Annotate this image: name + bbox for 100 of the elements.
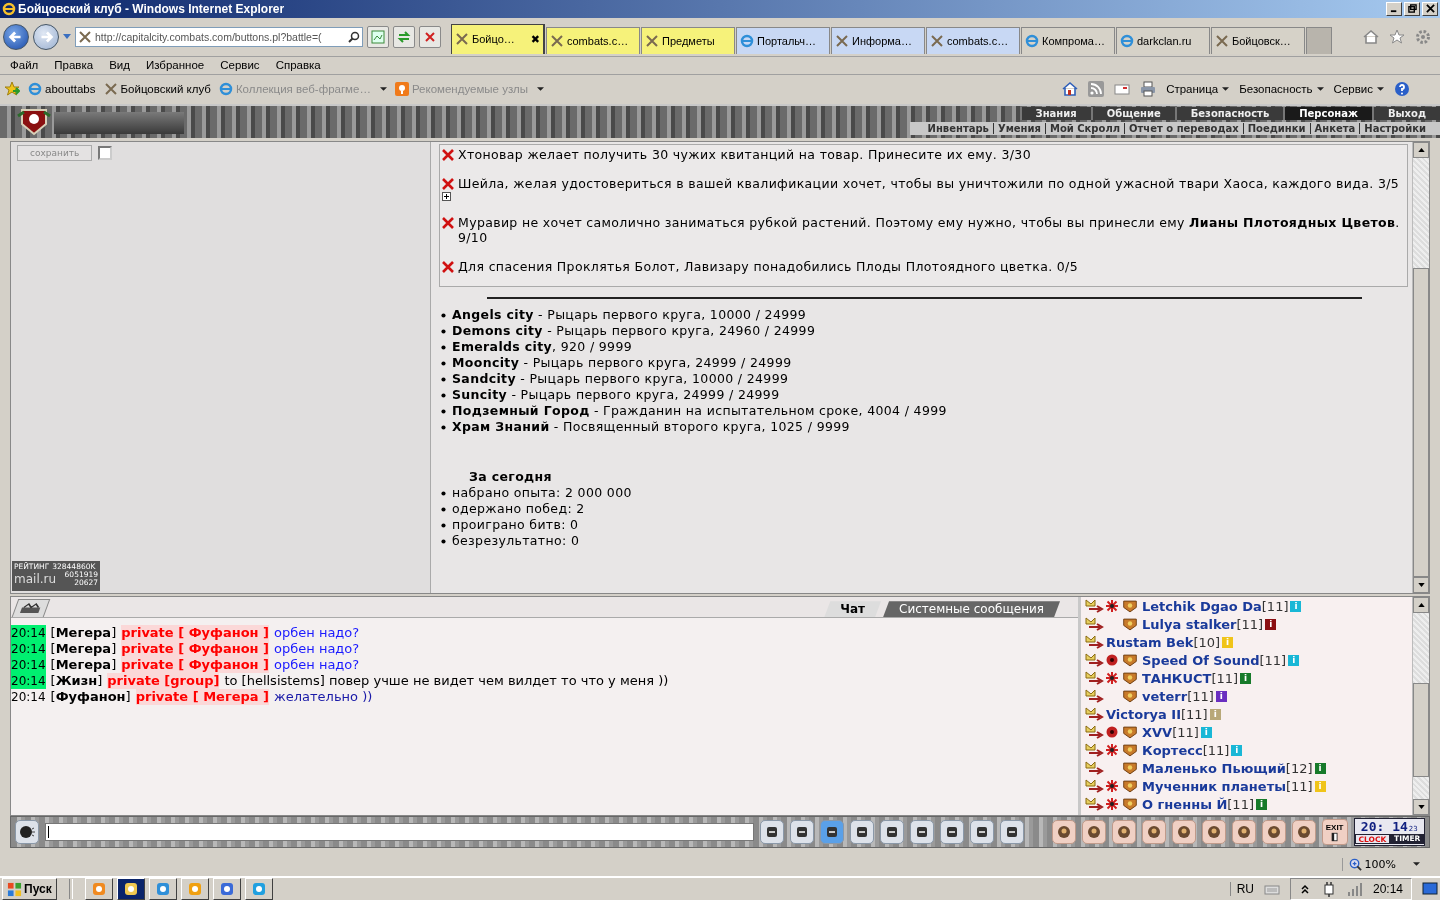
sender-name[interactable]: [Жизн] bbox=[50, 673, 103, 690]
search-icon[interactable] bbox=[348, 30, 360, 43]
menu-item[interactable]: Избранное bbox=[137, 59, 213, 72]
nav-link[interactable]: Отчет о переводах bbox=[1124, 122, 1243, 134]
help-icon[interactable] bbox=[1394, 81, 1410, 98]
browser-tab[interactable]: Бойцо… ✖ bbox=[451, 23, 545, 54]
stop-button[interactable] bbox=[419, 25, 441, 48]
clan-emblem-icon[interactable] bbox=[1121, 779, 1139, 793]
browser-tab[interactable]: darkclan.ru bbox=[1116, 26, 1210, 54]
nav-link[interactable]: Инвентарь bbox=[923, 122, 993, 134]
user-name[interactable]: Letchik Dgao Da bbox=[1142, 598, 1262, 614]
star-icon[interactable] bbox=[1388, 27, 1406, 46]
speaker-button[interactable] bbox=[15, 820, 39, 845]
info-button[interactable]: i bbox=[1215, 690, 1227, 702]
clan-emblem-icon[interactable] bbox=[1121, 617, 1139, 631]
command-menu[interactable]: Безопасность bbox=[1239, 83, 1324, 96]
scrollbar[interactable] bbox=[1412, 141, 1429, 594]
clan-emblem-icon[interactable] bbox=[1121, 599, 1139, 613]
clan-emblem-icon[interactable] bbox=[1121, 761, 1139, 775]
zoom-control[interactable]: 100% bbox=[1341, 857, 1426, 871]
exit-button[interactable]: EXIT bbox=[1321, 819, 1348, 846]
user-name[interactable]: Speed Of Sound bbox=[1142, 652, 1260, 668]
chat-tab[interactable]: Чат bbox=[824, 601, 882, 618]
down-arrow-icon[interactable] bbox=[1417, 805, 1425, 810]
user-name[interactable]: Lulya stalker bbox=[1142, 616, 1237, 632]
user-name[interactable]: XVV bbox=[1142, 724, 1173, 740]
cross-icon[interactable] bbox=[442, 260, 454, 273]
cross-icon[interactable] bbox=[442, 216, 454, 229]
expand-icon[interactable] bbox=[442, 191, 451, 201]
sender-name[interactable]: [Фуфанон] bbox=[50, 689, 131, 706]
browser-tab[interactable]: Информа… bbox=[831, 26, 925, 54]
command-menu[interactable]: Сервис bbox=[1333, 83, 1384, 96]
user-name[interactable]: Кортесс bbox=[1142, 742, 1203, 758]
private-message-icon[interactable] bbox=[1085, 796, 1105, 813]
down-arrow-icon[interactable] bbox=[1417, 583, 1425, 588]
private-message-icon[interactable] bbox=[1085, 724, 1105, 741]
up-arrow-icon[interactable] bbox=[1417, 603, 1425, 608]
browser-tab[interactable]: Компрома… bbox=[1021, 26, 1115, 54]
user-name[interactable]: ТАНКUСТ bbox=[1142, 670, 1212, 686]
clan-emblem-icon[interactable] bbox=[1121, 797, 1139, 811]
clan-emblem-icon[interactable] bbox=[1121, 671, 1139, 685]
nav-tab[interactable]: Выход bbox=[1371, 106, 1440, 120]
private-message-icon[interactable] bbox=[1085, 706, 1105, 723]
browser-tab[interactable]: Предметы bbox=[641, 26, 735, 54]
private-message-icon[interactable] bbox=[1085, 670, 1105, 687]
forward-button[interactable] bbox=[33, 23, 59, 50]
sender-name[interactable]: [Мегера] bbox=[50, 625, 117, 642]
private-message-icon[interactable] bbox=[1085, 634, 1105, 651]
nav-tab[interactable]: Общение bbox=[1090, 106, 1175, 120]
minimize-button[interactable] bbox=[1386, 2, 1402, 16]
user-name[interactable]: Мученник планеты bbox=[1142, 778, 1286, 794]
private-message-icon[interactable] bbox=[1085, 616, 1105, 633]
private-message-icon[interactable] bbox=[1085, 760, 1105, 777]
feed-icon[interactable] bbox=[1088, 81, 1105, 98]
menu-item[interactable]: Сервис bbox=[212, 59, 268, 72]
close-button[interactable] bbox=[1422, 2, 1438, 16]
info-button[interactable]: i bbox=[1265, 618, 1277, 630]
compatibility-button[interactable] bbox=[367, 25, 389, 48]
browser-tab[interactable]: combats.c… bbox=[546, 26, 640, 54]
clan-emblem-icon[interactable] bbox=[1121, 743, 1139, 757]
private-message-icon[interactable] bbox=[1085, 688, 1105, 705]
browser-tab[interactable]: combats.c… bbox=[926, 26, 1020, 54]
message-input[interactable] bbox=[45, 823, 754, 842]
menu-item[interactable]: Вид bbox=[101, 59, 138, 72]
cross-icon[interactable] bbox=[442, 148, 454, 161]
favorite-link[interactable]: Бойцовский клуб bbox=[103, 82, 211, 97]
favorite-link[interactable]: abouttabs bbox=[28, 82, 96, 97]
scrollbar[interactable] bbox=[1412, 597, 1429, 816]
chat-tab[interactable]: Системные сообщения bbox=[883, 601, 1060, 618]
command-menu[interactable]: Страница bbox=[1166, 83, 1230, 96]
menu-item[interactable]: Файл bbox=[2, 59, 47, 72]
browser-tab[interactable]: Портальч… bbox=[736, 26, 830, 54]
private-message-icon[interactable] bbox=[1085, 598, 1105, 615]
home-icon[interactable] bbox=[1362, 27, 1380, 46]
language-indicator[interactable]: RU bbox=[1229, 882, 1254, 896]
checkbox[interactable] bbox=[98, 145, 113, 160]
private-message-icon[interactable] bbox=[1085, 778, 1105, 795]
user-name[interactable]: Victorya II bbox=[1106, 706, 1181, 722]
nav-link[interactable]: Настройки bbox=[1359, 122, 1430, 134]
user-name[interactable]: veterr bbox=[1142, 688, 1188, 704]
user-name[interactable]: Маленько Пьющий bbox=[1142, 760, 1286, 776]
back-button[interactable] bbox=[3, 23, 29, 50]
address-field[interactable]: http://capitalcity.combats.com/buttons.pl?battle=( bbox=[75, 26, 363, 47]
nav-link[interactable]: Анкета bbox=[1309, 122, 1360, 134]
clan-emblem-icon[interactable] bbox=[1121, 725, 1139, 739]
chat-tab[interactable] bbox=[11, 599, 51, 618]
favorites-star-icon[interactable] bbox=[4, 81, 20, 98]
sender-name[interactable]: [Мегера] bbox=[50, 641, 117, 658]
user-name[interactable]: Rustam Bek bbox=[1106, 634, 1194, 650]
nav-tab[interactable]: Знания bbox=[1019, 106, 1091, 120]
printer-icon[interactable] bbox=[1140, 81, 1157, 98]
sender-name[interactable]: [Мегера] bbox=[50, 657, 117, 674]
mail-icon[interactable] bbox=[1114, 81, 1131, 98]
nav-link[interactable]: Мой Скролл bbox=[1044, 122, 1125, 134]
clan-emblem-icon[interactable] bbox=[1121, 689, 1139, 703]
info-button[interactable]: i bbox=[1256, 798, 1267, 810]
browser-tab[interactable]: Бойцовск… bbox=[1211, 26, 1305, 54]
info-button[interactable]: i bbox=[1240, 672, 1252, 684]
nav-tab[interactable]: Персонаж bbox=[1283, 106, 1372, 120]
nav-link[interactable]: Умения bbox=[992, 122, 1045, 134]
